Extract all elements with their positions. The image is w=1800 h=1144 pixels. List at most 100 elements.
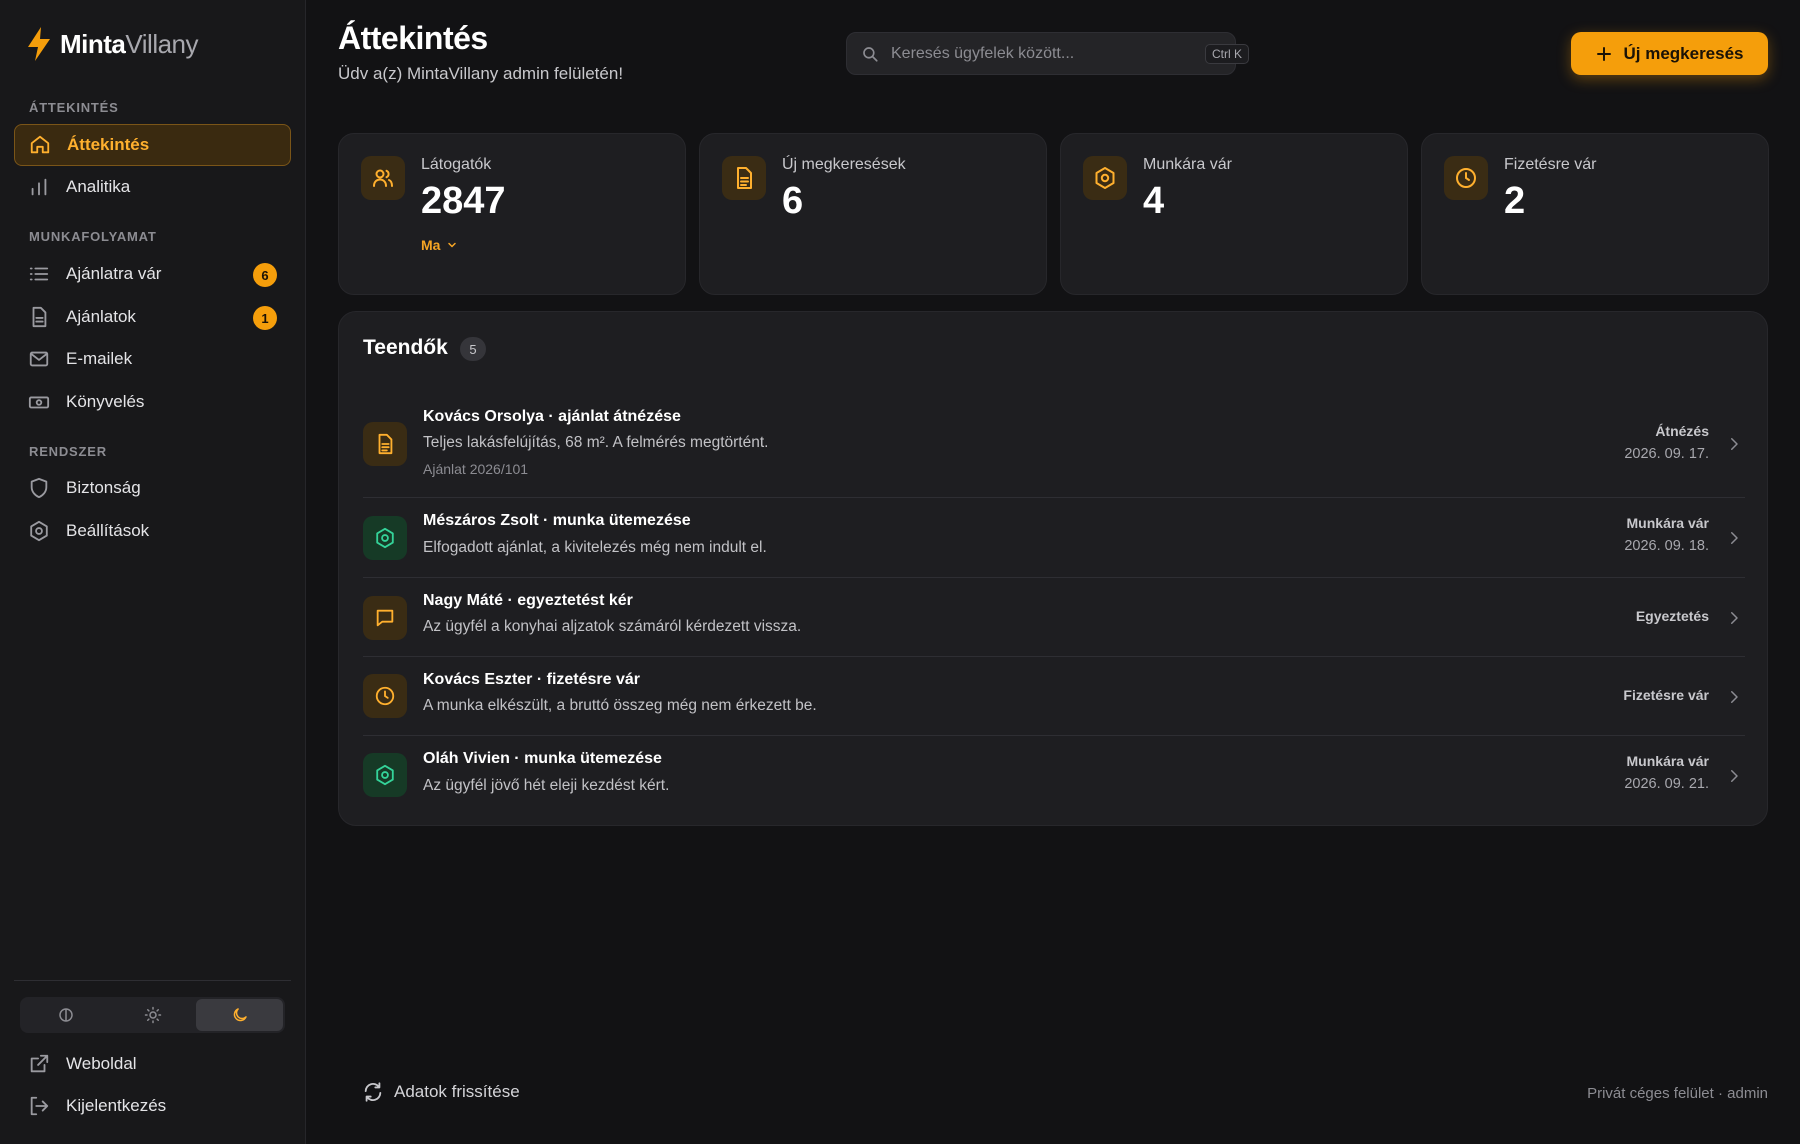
sidebar-item-emails[interactable]: E-mailek [14,338,291,380]
todo-item-status: Átnézés [1655,423,1709,439]
sidebar-item-label: Beállítások [66,521,150,540]
theme-light-button[interactable] [109,999,196,1031]
sidebar: MintaVillany ÁTTEKINTÉS Áttekintés Anali… [0,0,306,1144]
chevron-down-icon [446,239,458,251]
todo-item-description: Elfogadott ajánlat, a kivitelezés még ne… [423,539,767,556]
footer-note: Privát céges felület · admin [1587,1085,1768,1102]
todo-item[interactable]: Kovács Orsolya · ajánlat átnézése Teljes… [363,396,1745,498]
stat-value: 6 [782,180,804,222]
todo-item-status: Egyeztetés [1635,608,1709,624]
todo-item-status: Fizetésre vár [1623,687,1709,703]
message-icon [363,596,407,640]
todo-item-date: 2026. 09. 18. [1624,538,1709,554]
sidebar-item-settings[interactable]: Beállítások [14,510,291,552]
todo-item-status: Munkára vár [1626,515,1709,531]
sidebar-item-accounting[interactable]: Könyvelés [14,381,291,423]
banknote-icon [28,391,50,413]
sidebar-item-overview[interactable]: Áttekintés [14,124,291,166]
sidebar-item-quotes[interactable]: Ajánlatok 1 [14,296,291,338]
home-icon [29,134,51,156]
period-dropdown-label: Ma [421,237,441,253]
sidebar-item-awaiting-quote[interactable]: Ajánlatra vár 6 [14,253,291,295]
period-dropdown[interactable]: Ma [421,237,458,253]
todo-item-title: Oláh Vivien · munka ütemezése [423,750,662,767]
sun-icon [144,1006,162,1024]
shield-icon [28,477,50,499]
stat-card-awaiting-payment: Fizetésre vár 2 [1421,133,1769,295]
refresh-data-button[interactable]: Adatok frissítése [362,1081,520,1103]
todo-item-description: Az ügyfél jövő hét eleji kezdést kért. [423,777,670,794]
gear-icon [363,516,407,560]
sidebar-item-label: Weboldal [66,1054,137,1073]
todo-item[interactable]: Kovács Eszter · fizetésre vár A munka el… [363,657,1745,736]
sidebar-item-label: Analitika [66,177,131,196]
todo-panel: Teendők 5 Kovács Orsolya · ajánlat átnéz… [338,311,1768,826]
todo-item-title: Kovács Orsolya · ajánlat átnézése [423,408,681,425]
list-icon [28,263,50,285]
nav-section-workflow: MUNKAFOLYAMAT [29,229,157,244]
todo-item-title: Kovács Eszter · fizetésre vár [423,671,640,688]
chevron-right-icon [1725,435,1743,453]
logout-icon [28,1095,50,1117]
count-badge: 1 [253,306,277,330]
clock-icon [363,674,407,718]
search-input[interactable] [891,44,1191,63]
sidebar-item-analytics[interactable]: Analitika [14,166,291,208]
todo-count-badge: 5 [460,337,486,361]
gear-icon [28,520,50,542]
brand-name: MintaVillany [60,28,199,59]
brand-logo[interactable]: MintaVillany [26,26,199,62]
sidebar-item-label: Könyvelés [66,392,145,411]
new-inquiry-label: Új megkeresés [1623,43,1744,63]
new-inquiry-button[interactable]: Új megkeresés [1571,32,1768,75]
stat-card-visitors: Látogatók 2847 Ma [338,133,686,295]
todo-item-reference: Ajánlat 2026/101 [423,461,529,477]
todo-item-date: 2026. 09. 21. [1624,776,1709,792]
todo-item[interactable]: Oláh Vivien · munka ütemezése Az ügyfél … [363,736,1745,816]
users-icon [361,156,405,200]
count-badge: 6 [253,263,277,287]
refresh-icon [362,1081,384,1103]
stat-value: 2847 [421,180,506,222]
nav-section-overview: ÁTTEKINTÉS [29,100,119,115]
gear-icon [363,753,407,797]
todo-item[interactable]: Mészáros Zsolt · munka ütemezése Elfogad… [363,498,1745,578]
todo-item-description: A munka elkészült, a bruttó összeg még n… [423,697,817,714]
stat-label: Munkára vár [1143,156,1232,173]
theme-system-button[interactable] [22,999,109,1031]
refresh-data-label: Adatok frissítése [394,1082,520,1101]
clock-icon [1444,156,1488,200]
todo-item-description: Teljes lakásfelújítás, 68 m². A felmérés… [423,434,769,451]
todo-item-title: Nagy Máté · egyeztetést kér [423,592,633,609]
sidebar-item-security[interactable]: Biztonság [14,467,291,509]
search-shortcut-hint: Ctrl K [1205,44,1249,64]
document-icon [28,306,50,328]
system-icon [57,1006,75,1024]
plus-icon [1595,45,1613,63]
theme-switch [20,997,285,1033]
theme-dark-button[interactable] [196,999,283,1031]
todo-item[interactable]: Nagy Máté · egyeztetést kér Az ügyfél a … [363,578,1745,657]
stat-value: 4 [1143,180,1165,222]
sidebar-item-logout[interactable]: Kijelentkezés [14,1085,291,1127]
bar-chart-icon [28,176,50,198]
sidebar-item-label: Áttekintés [67,135,150,154]
page-title: Áttekintés [338,20,488,56]
sidebar-item-label: E-mailek [66,349,133,368]
document-icon [363,422,407,466]
todo-item-status: Munkára vár [1626,753,1709,769]
moon-icon [231,1006,249,1024]
gear-icon [1083,156,1127,200]
todo-title: Teendők [363,336,448,359]
sidebar-item-website[interactable]: Weboldal [14,1043,291,1085]
page-subtitle: Üdv a(z) MintaVillany admin felületén! [338,64,624,83]
sidebar-item-label: Ajánlatra vár [66,264,162,283]
external-link-icon [28,1053,50,1075]
search-box: Ctrl K [846,32,1249,75]
document-icon [722,156,766,200]
todo-item-title: Mészáros Zsolt · munka ütemezése [423,512,691,529]
stat-card-awaiting-work: Munkára vár 4 [1060,133,1408,295]
nav-section-system: RENDSZER [29,444,107,459]
sidebar-item-label: Biztonság [66,478,141,497]
chevron-right-icon [1725,688,1743,706]
